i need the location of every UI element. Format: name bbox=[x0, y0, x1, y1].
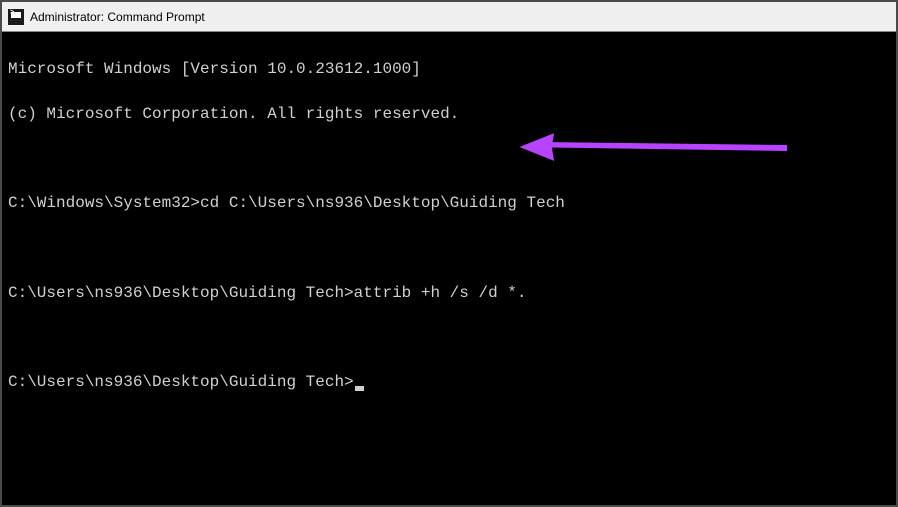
prompt-3: C:\Users\ns936\Desktop\Guiding Tech> bbox=[8, 373, 354, 391]
command-line-2: C:\Users\ns936\Desktop\Guiding Tech>attr… bbox=[8, 282, 890, 304]
titlebar[interactable]: Administrator: Command Prompt bbox=[2, 2, 896, 32]
version-line: Microsoft Windows [Version 10.0.23612.10… bbox=[8, 58, 890, 80]
cmd-icon bbox=[8, 9, 24, 25]
prompt-1: C:\Windows\System32> bbox=[8, 194, 200, 212]
window-title: Administrator: Command Prompt bbox=[30, 10, 205, 24]
copyright-line: (c) Microsoft Corporation. All rights re… bbox=[8, 103, 890, 125]
command-line-1: C:\Windows\System32>cd C:\Users\ns936\De… bbox=[8, 192, 890, 214]
command-line-3: C:\Users\ns936\Desktop\Guiding Tech> bbox=[8, 371, 890, 393]
command-2: attrib +h /s /d *. bbox=[354, 284, 527, 302]
cursor bbox=[355, 386, 364, 391]
prompt-2: C:\Users\ns936\Desktop\Guiding Tech> bbox=[8, 284, 354, 302]
command-1: cd C:\Users\ns936\Desktop\Guiding Tech bbox=[200, 194, 565, 212]
terminal-output[interactable]: Microsoft Windows [Version 10.0.23612.10… bbox=[2, 32, 896, 505]
